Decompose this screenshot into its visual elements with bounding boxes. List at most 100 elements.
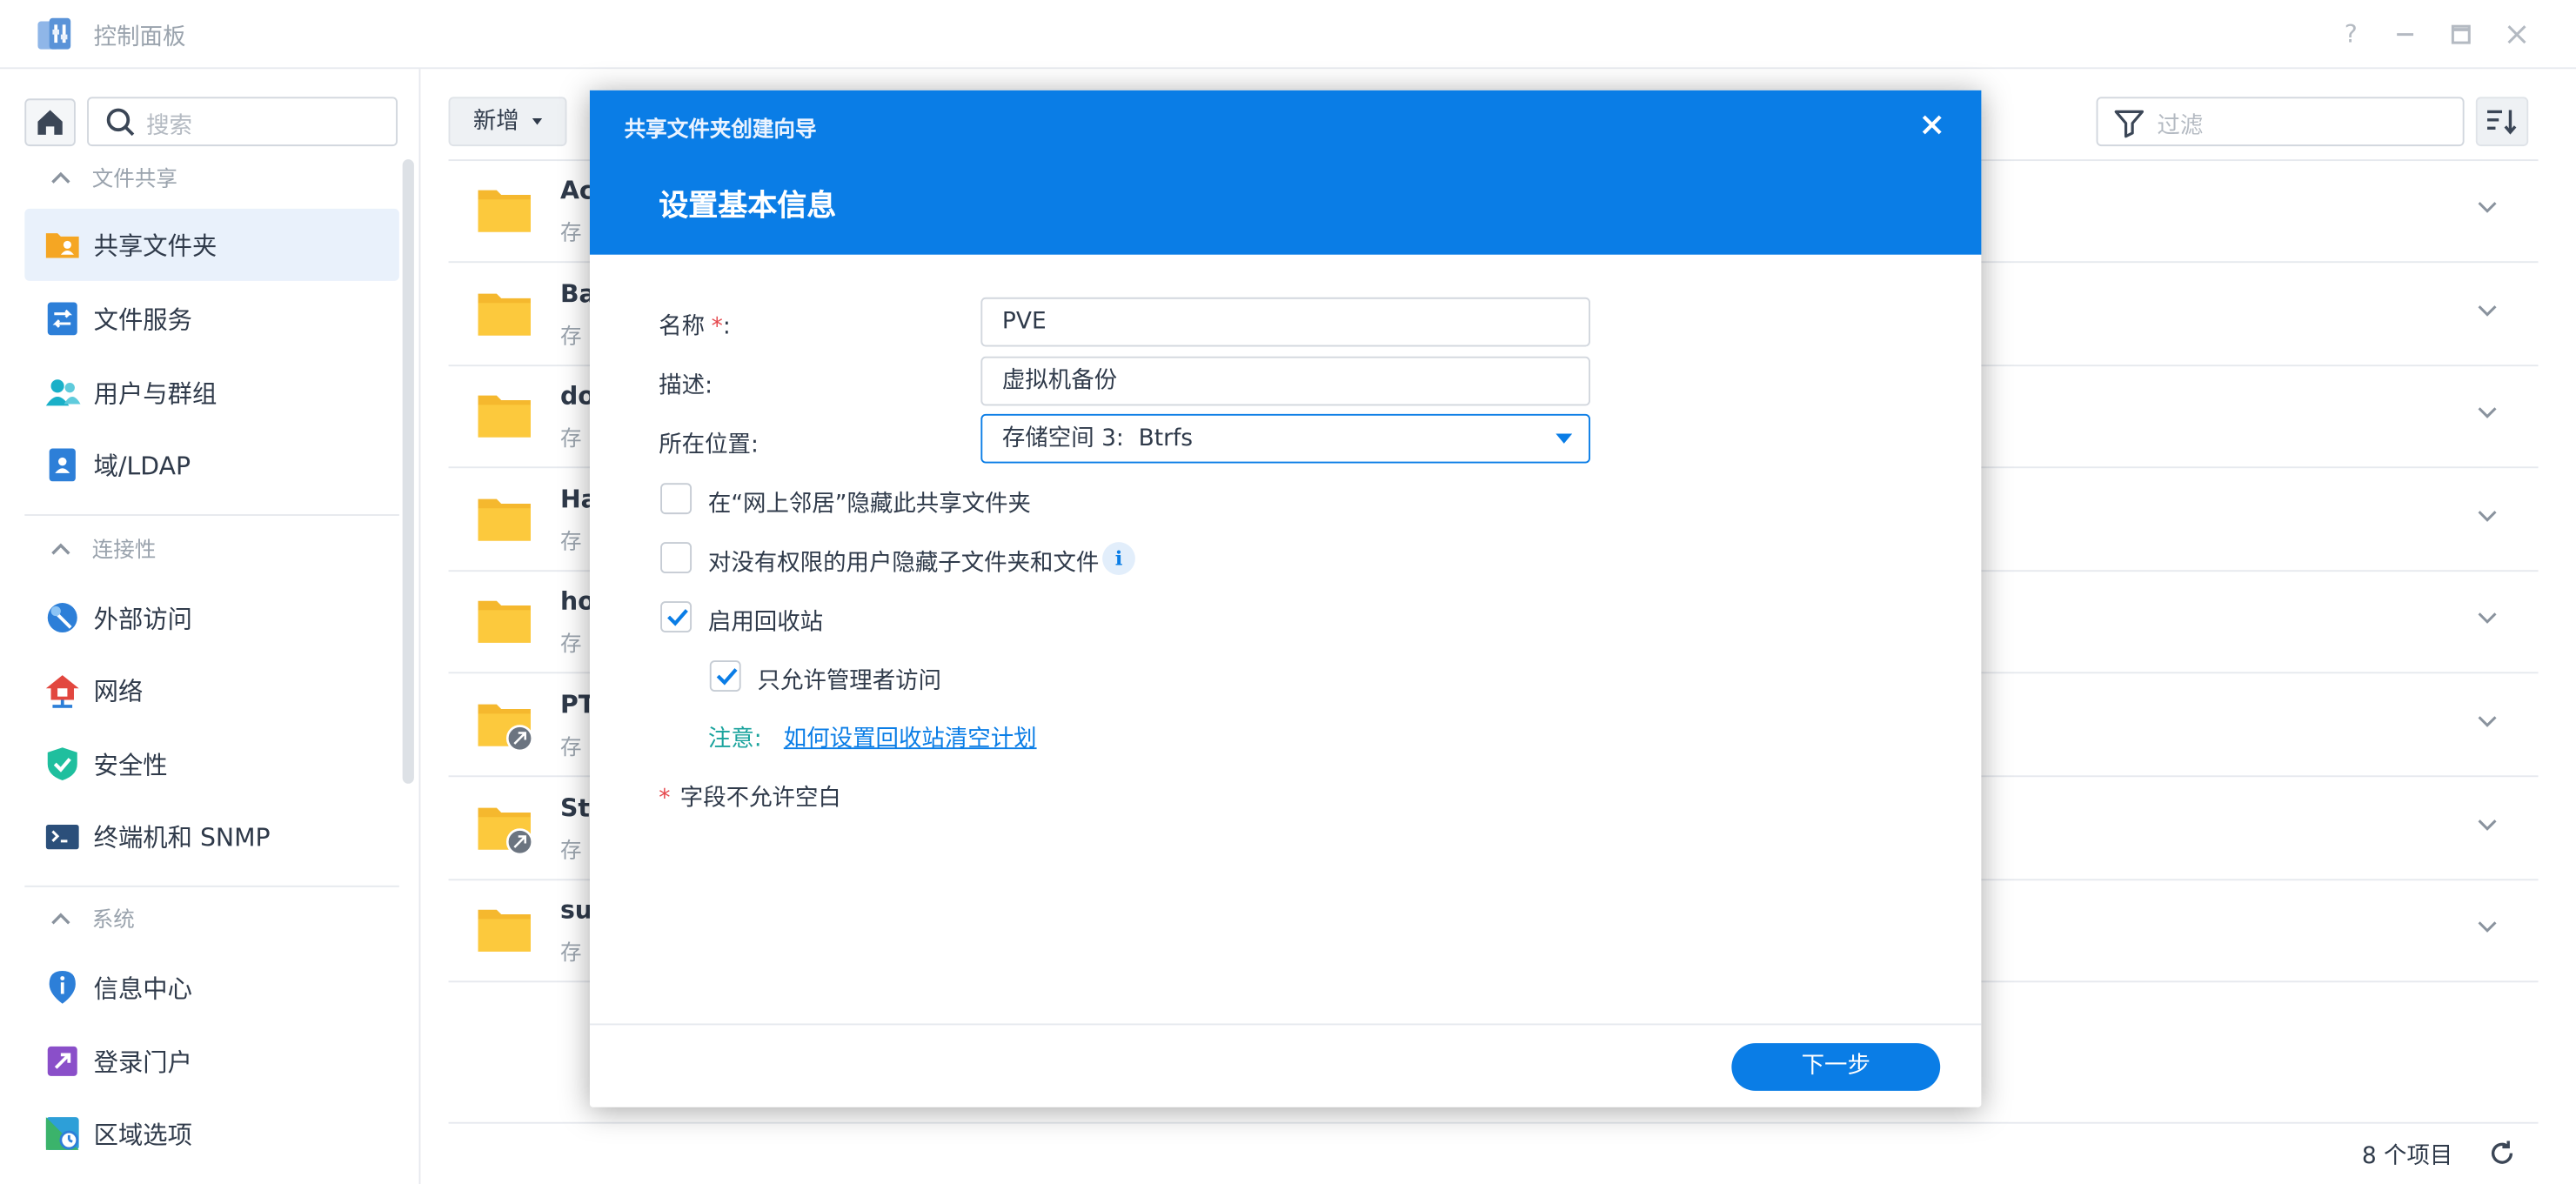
sidebar-item-file-services[interactable]: 文件服务 (24, 283, 399, 355)
chevron-down-icon[interactable] (2474, 399, 2500, 425)
folder-icon (478, 601, 531, 644)
location-select[interactable]: 存储空间 3: Btrfs (980, 413, 1590, 464)
sidebar-divider (24, 514, 399, 516)
sidebar-item-shared-folder[interactable]: 共享文件夹 (24, 208, 399, 281)
close-window-button[interactable] (2499, 17, 2535, 53)
close-icon (1922, 115, 1942, 135)
sort-button[interactable] (2475, 97, 2529, 147)
wizard-close-button[interactable] (1914, 107, 1950, 144)
chevron-up-icon (50, 163, 79, 199)
minimize-button[interactable] (2387, 17, 2424, 53)
recycle-schedule-link[interactable]: 如何设置回收站清空计划 (784, 721, 1037, 754)
sidebar-item-domain-ldap[interactable]: 域/LDAP (24, 429, 399, 501)
filter-input[interactable]: 过滤 (2096, 97, 2465, 147)
description-field[interactable]: 虚拟机备份 (980, 356, 1590, 406)
sidebar-divider (24, 885, 399, 887)
chevron-up-icon (50, 534, 79, 571)
sidebar-item-network[interactable]: 网络 (24, 654, 399, 726)
folder-icon (478, 498, 531, 541)
search-icon (106, 108, 135, 137)
folder-name: Ac (559, 176, 594, 206)
hide-subfolders-label: 对没有权限的用户隐藏子文件夹和文件 (707, 550, 1100, 577)
sidebar-item-regional-options[interactable]: 区域选项 (24, 1097, 399, 1169)
chevron-up-icon (50, 904, 79, 940)
folder-name: St (559, 793, 590, 823)
login-portal-icon (47, 1046, 77, 1076)
chevron-down-icon[interactable] (2474, 708, 2500, 734)
folder-icon (478, 806, 532, 854)
name-label: 名称 *: (659, 313, 731, 340)
wizard-footer-divider (589, 1023, 1982, 1026)
info-center-icon (49, 971, 76, 1004)
wizard-step-title: 设置基本信息 (659, 189, 837, 224)
chevron-down-icon[interactable] (2474, 194, 2500, 220)
sidebar-item-users-groups[interactable]: 用户与群组 (24, 357, 399, 429)
filter-funnel-icon (2114, 110, 2144, 138)
security-shield-icon (47, 747, 77, 780)
folder-name: su (559, 895, 592, 926)
folder-icon (478, 292, 531, 335)
required-field-note: * 字段不允许空白 (659, 785, 841, 812)
chevron-down-icon[interactable] (2474, 502, 2500, 528)
info-icon[interactable]: i (1102, 542, 1135, 575)
sidebar-item-login-portal[interactable]: 登录门户 (24, 1025, 399, 1097)
file-services-icon (47, 302, 77, 336)
maximize-icon (2451, 24, 2471, 44)
description-label: 描述: (659, 372, 713, 399)
help-button[interactable]: ? (2333, 17, 2370, 53)
folder-subtitle: 存 (559, 221, 582, 247)
terminal-icon (45, 824, 79, 850)
maximize-button[interactable] (2443, 17, 2479, 53)
folder-icon (478, 910, 531, 953)
note-label: 注意: (707, 726, 762, 753)
chevron-down-icon[interactable] (2474, 811, 2500, 837)
new-button[interactable]: 新增 (448, 97, 567, 147)
sidebar: 搜索 文件共享 共享文件夹 文件服务 用户与群组 域/LDAP 连接性 外部访问… (0, 69, 421, 1184)
hide-network-checkbox[interactable] (660, 483, 693, 515)
sidebar-scrollbar[interactable] (402, 159, 414, 784)
name-field[interactable]: PVE (980, 297, 1590, 347)
close-icon (2507, 25, 2526, 44)
sidebar-item-external-access[interactable]: 外部访问 (24, 581, 399, 653)
section-header-system[interactable]: 系统 (50, 904, 135, 940)
question-icon: ? (2344, 19, 2358, 50)
folder-icon (478, 190, 531, 232)
item-count: 8 个项目 (2361, 1143, 2453, 1170)
location-label: 所在位置: (659, 431, 759, 458)
folder-icon (478, 396, 531, 438)
window-titlebar: 控制面板 ? (0, 0, 2576, 70)
section-header-file-sharing[interactable]: 文件共享 (50, 163, 177, 199)
folder-subtitle: 存 (559, 324, 582, 350)
home-button[interactable] (24, 98, 76, 147)
search-placeholder: 搜索 (146, 113, 192, 140)
chevron-down-icon[interactable] (2474, 605, 2500, 632)
chevron-down-icon[interactable] (2474, 297, 2500, 323)
home-icon (37, 110, 63, 135)
sidebar-search[interactable]: 搜索 (87, 97, 398, 147)
refresh-icon[interactable] (2487, 1139, 2517, 1168)
control-panel-logo-icon (37, 17, 71, 50)
folder-icon (478, 704, 532, 751)
admin-only-checkbox[interactable] (709, 660, 741, 692)
folder-subtitle: 存 (559, 736, 582, 761)
caret-down-icon (1556, 433, 1573, 444)
sidebar-item-security[interactable]: 安全性 (24, 728, 399, 800)
wizard-title: 共享文件夹创建向导 (624, 117, 817, 144)
network-icon (45, 675, 79, 708)
next-button[interactable]: 下一步 (1731, 1043, 1941, 1091)
create-shared-folder-wizard: 共享文件夹创建向导 设置基本信息 名称 *: PVE 描述: 虚拟机备份 所在位置… (589, 90, 1982, 1107)
hide-subfolders-checkbox[interactable] (660, 542, 693, 574)
external-access-icon (47, 603, 77, 633)
regional-options-icon (45, 1117, 79, 1150)
folder-subtitle: 存 (559, 427, 582, 452)
checkmark-icon (667, 609, 688, 626)
sidebar-item-terminal-snmp[interactable]: 终端机和 SNMP (24, 800, 399, 873)
enable-recycle-bin-checkbox[interactable] (660, 601, 693, 633)
section-header-connectivity[interactable]: 连接性 (50, 534, 156, 571)
window-title: 控制面板 (93, 24, 186, 51)
enable-recycle-bin-label: 启用回收站 (707, 609, 824, 636)
chevron-down-icon[interactable] (2474, 913, 2500, 940)
sidebar-item-info-center[interactable]: 信息中心 (24, 951, 399, 1023)
users-icon (45, 379, 81, 406)
list-footer: 8 个项目 (448, 1121, 2539, 1184)
